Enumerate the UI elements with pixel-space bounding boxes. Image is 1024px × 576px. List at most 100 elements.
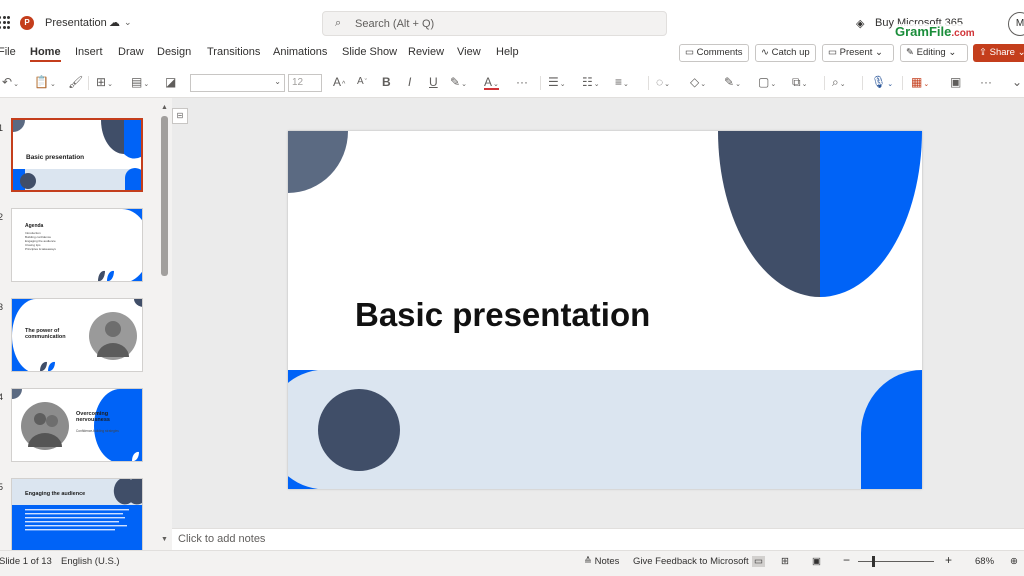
- slide-thumbnail-subtitle: Confidence-building strategies: [76, 429, 119, 433]
- comments-label: Comments: [696, 47, 743, 58]
- slide-thumbnail-2[interactable]: Agenda Introduction Building confidence …: [11, 208, 143, 282]
- notes-placeholder[interactable]: Click to add notes: [178, 533, 265, 545]
- tab-help[interactable]: Help: [496, 46, 519, 58]
- zoom-in-button[interactable]: +: [945, 553, 952, 567]
- shape-outline-icon[interactable]: ✎⌄: [724, 74, 741, 90]
- font-name-select[interactable]: ⌄: [190, 74, 285, 92]
- slide-thumbnail-3[interactable]: The power of communication: [11, 298, 143, 372]
- add-ins-icon[interactable]: ▣: [950, 74, 961, 90]
- scroll-down-icon[interactable]: ▼: [161, 536, 168, 543]
- notes-pane[interactable]: Click to add notes: [172, 528, 1024, 550]
- designer-icon[interactable]: ▦⌄: [911, 74, 929, 90]
- document-title[interactable]: Presentation: [45, 17, 107, 29]
- language-indicator[interactable]: English (U.S.): [61, 556, 120, 567]
- status-bar: Slide 1 of 13 English (U.S.) ≙ Notes Giv…: [0, 550, 1024, 570]
- notes-toggle-button[interactable]: ≙ Notes: [584, 556, 619, 567]
- fit-slide-icon[interactable]: ⊕: [1010, 556, 1018, 567]
- bullets-icon[interactable]: ☰⌄: [548, 74, 566, 90]
- slide-sorter-icon[interactable]: ⊞: [781, 556, 789, 567]
- chevron-down-icon: ⌄: [1017, 47, 1024, 58]
- slide-thumbnail-title: Overcoming nervousness: [76, 411, 110, 423]
- scrollbar-thumb[interactable]: [161, 116, 168, 276]
- shape-fill-icon[interactable]: ◇⌄: [690, 74, 706, 90]
- font-size-select[interactable]: 12: [288, 74, 322, 92]
- zoom-level[interactable]: 68%: [975, 556, 994, 567]
- slide-thumbnail-title: Engaging the audience: [25, 491, 86, 497]
- chevron-down-icon: ⌄: [875, 47, 883, 58]
- shrink-font-button[interactable]: Aˇ: [357, 74, 367, 90]
- chevron-down-icon: ⌄: [274, 77, 281, 86]
- more-font-options-button[interactable]: ···: [516, 74, 528, 90]
- zoom-slider[interactable]: [858, 561, 934, 562]
- tab-transitions[interactable]: Transitions: [207, 46, 260, 58]
- layout-icon[interactable]: ▤⌄: [131, 74, 149, 90]
- zoom-out-button[interactable]: −: [843, 553, 850, 567]
- present-icon: ▭: [828, 47, 837, 58]
- normal-view-icon[interactable]: ▭: [752, 556, 765, 567]
- grow-font-button[interactable]: A^: [333, 74, 345, 90]
- arrange-icon[interactable]: ⧉⌄: [792, 74, 807, 90]
- tab-view[interactable]: View: [457, 46, 481, 58]
- font-color-label: A: [484, 75, 493, 89]
- shapes-icon[interactable]: ◌⌄: [656, 74, 670, 90]
- slide-thumbnail-4[interactable]: Overcoming nervousness Confidence-buildi…: [11, 388, 143, 462]
- tab-home[interactable]: Home: [30, 46, 61, 62]
- cloud-saved-icon: ☁: [109, 17, 120, 29]
- tab-design[interactable]: Design: [157, 46, 191, 58]
- dictate-icon[interactable]: 🎙⌄: [871, 74, 893, 90]
- search-placeholder: Search (Alt + Q): [355, 18, 435, 30]
- shape-effects-icon[interactable]: ▢⌄: [758, 74, 776, 90]
- collapse-ribbon-icon[interactable]: ⌄: [1012, 74, 1022, 90]
- slide-thumbnail-1[interactable]: Basic presentation: [11, 118, 143, 192]
- tab-review[interactable]: Review: [408, 46, 444, 58]
- avatar[interactable]: M: [1008, 12, 1024, 36]
- slide-number: 3: [0, 302, 4, 312]
- editing-mode-button[interactable]: ✎ Editing ⌄: [900, 44, 968, 62]
- search-icon: ⌕: [335, 17, 342, 29]
- align-icon[interactable]: ≡⌄: [615, 74, 629, 90]
- slide-thumbnail-5[interactable]: Engaging the audience: [11, 478, 143, 550]
- highlight-icon[interactable]: ✎⌄: [450, 74, 467, 90]
- undo-icon[interactable]: ↶⌄: [2, 74, 19, 90]
- tab-draw[interactable]: Draw: [118, 46, 144, 58]
- find-icon[interactable]: ⌕⌄: [832, 74, 846, 90]
- slide-title[interactable]: Basic presentation: [355, 296, 650, 334]
- slide-counter: Slide 1 of 13: [0, 556, 52, 567]
- more-options-button[interactable]: ···: [980, 74, 992, 90]
- comments-button[interactable]: ▭ Comments: [679, 44, 749, 62]
- tab-file[interactable]: File: [0, 46, 16, 58]
- reading-view-icon[interactable]: ▣: [812, 556, 821, 567]
- paste-icon[interactable]: 📋⌄: [34, 74, 56, 90]
- share-button[interactable]: ⇪ Share ⌄: [973, 44, 1024, 62]
- tab-animations[interactable]: Animations: [273, 46, 327, 58]
- zoom-slider-thumb[interactable]: [872, 556, 875, 567]
- divider: [540, 76, 541, 90]
- font-color-button[interactable]: A⌄: [484, 74, 499, 90]
- underline-button[interactable]: U: [429, 74, 438, 90]
- tab-slide-show[interactable]: Slide Show: [342, 46, 397, 58]
- feedback-link[interactable]: Give Feedback to Microsoft: [633, 556, 749, 567]
- collapse-pane-icon[interactable]: ⊟: [172, 108, 188, 124]
- comment-icon: ▭: [685, 47, 694, 58]
- present-button[interactable]: ▭ Present ⌄: [822, 44, 894, 62]
- bold-button[interactable]: B: [382, 74, 391, 90]
- app-launcher-icon[interactable]: [0, 16, 10, 30]
- format-painter-icon[interactable]: 🖌: [68, 74, 83, 90]
- new-slide-icon[interactable]: ⊞⌄: [96, 74, 113, 90]
- search-box[interactable]: ⌕ Search (Alt + Q): [322, 11, 667, 36]
- scroll-up-icon[interactable]: ▲: [161, 104, 168, 111]
- title-bar: P Presentation ☁ ⌄ ⌕ Search (Alt + Q) ◈ …: [0, 0, 1024, 44]
- watermark: GramFile.com: [893, 24, 977, 40]
- thumbnail-scrollbar[interactable]: ▲ ▼: [161, 104, 168, 550]
- tab-insert[interactable]: Insert: [75, 46, 103, 58]
- current-slide[interactable]: Basic presentation: [288, 131, 922, 489]
- catch-up-icon: ∿: [761, 47, 769, 58]
- divider: [824, 76, 825, 90]
- catch-up-button[interactable]: ∿ Catch up: [755, 44, 816, 62]
- reset-slide-icon[interactable]: ◪: [165, 74, 176, 90]
- italic-button[interactable]: I: [408, 74, 411, 90]
- chevron-down-icon[interactable]: ⌄: [124, 17, 132, 28]
- slide-number: 5: [0, 482, 4, 492]
- numbering-icon[interactable]: ☷⌄: [582, 74, 600, 90]
- share-label: Share: [989, 47, 1015, 58]
